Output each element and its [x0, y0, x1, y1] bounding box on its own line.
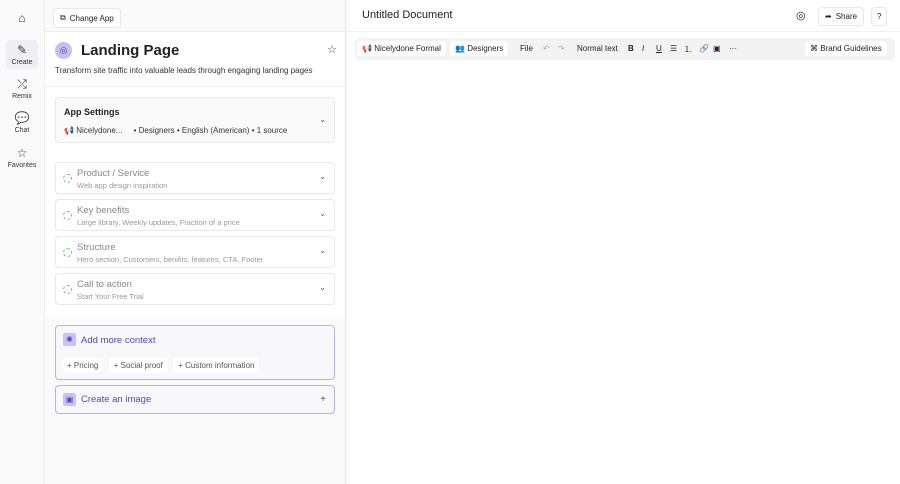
label: Brand Guidelines [820, 44, 882, 53]
chevron-down-icon: ⌄ [319, 172, 326, 181]
nav-label: Favorites [7, 162, 37, 169]
nav-label: Create [11, 59, 33, 66]
nav-remix[interactable]: ⤮ Remix [6, 74, 38, 103]
add-social-proof-chip[interactable]: + Social proof [108, 358, 168, 373]
add-context-card: ✺ Add more context + Pricing + Social pr… [55, 325, 335, 380]
chip-label: Pricing [73, 361, 99, 370]
image-icon: ▣ [63, 393, 76, 406]
label: Nicelydone Formal [374, 44, 441, 53]
star-icon: ☆ [16, 146, 28, 160]
add-pricing-chip[interactable]: + Pricing [62, 358, 104, 373]
document-editor: Untitled Document ◎ ➦ Share ? 📢 Nicelydon… [347, 0, 900, 484]
megaphone-icon: 📢 [64, 126, 74, 135]
label: Designers [467, 44, 504, 53]
check-circle-icon[interactable]: ◎ [796, 9, 806, 22]
home-icon: ⌂ [18, 11, 26, 25]
label: Change App [69, 13, 114, 23]
redo-icon[interactable]: ↷ [553, 41, 570, 56]
field-value: Start Your Free Trial [77, 292, 144, 301]
shuffle-icon: ⤮ [17, 77, 27, 91]
audience-selector[interactable]: 👥 Designers [450, 41, 509, 56]
help-button[interactable]: ? [871, 7, 888, 26]
nav-home[interactable]: ⌂ [6, 8, 38, 30]
field-benefits[interactable]: Key benefits Large library, Weekly update… [55, 199, 335, 231]
change-app-button[interactable]: ⧉ Change App [53, 8, 121, 28]
share-button[interactable]: ➦ Share [818, 7, 865, 26]
nav-chat[interactable]: 💬 Chat [6, 108, 38, 137]
nav-favorites[interactable]: ☆ Favorites [6, 143, 38, 172]
create-image-button[interactable]: ▣ Create an image + [55, 385, 335, 414]
chevron-down-icon: ⌄ [319, 246, 326, 255]
field-cta[interactable]: Call to action Start Your Free Trial ⌄ [55, 273, 335, 305]
image-icon[interactable]: ▣ [708, 41, 726, 56]
field-label: Key benefits [77, 205, 130, 216]
chip-label: Custom information [185, 361, 255, 370]
nav-label: Remix [12, 93, 32, 100]
app-panel: ⧉ Change App ◎ Landing Page ☆ Transform s… [45, 0, 346, 484]
voice: Nicelydone... [76, 126, 123, 135]
chevron-down-icon: ⌄ [319, 209, 326, 218]
pen-icon: ✎ [16, 43, 28, 57]
nav-label: Chat [14, 127, 30, 134]
chip-label: Social proof [120, 361, 163, 370]
text-style-select[interactable]: Normal text [572, 41, 623, 56]
more-icon[interactable]: ··· [724, 41, 742, 56]
status-ring-icon [63, 248, 72, 257]
settings-meta: 📢 Nicelydone... • Designers • English (A… [64, 126, 287, 135]
status-ring-icon [63, 285, 72, 294]
status-ring-icon [63, 211, 72, 220]
add-custom-info-chip[interactable]: + Custom information [173, 358, 260, 373]
create-image-title: Create an image [81, 394, 152, 405]
side-nav: ⌂ ✎ Create ⤮ Remix 💬 Chat ☆ Favorites [0, 0, 45, 484]
field-value: Large library, Weekly updates, Fraction … [77, 218, 240, 227]
app-description: Transform site traffic into valuable lea… [55, 66, 313, 75]
status-ring-icon [63, 174, 72, 183]
nav-create[interactable]: ✎ Create [6, 40, 38, 69]
field-label: Product / Service [77, 168, 150, 179]
settings-title: App Settings [64, 107, 120, 117]
file-menu[interactable]: File [515, 41, 538, 56]
lightbulb-icon: ✺ [63, 333, 76, 346]
field-product[interactable]: Product / Service Web app design inspirat… [55, 162, 335, 194]
field-structure[interactable]: Structure Hero section, Customers, benifi… [55, 236, 335, 268]
app-settings[interactable]: App Settings 📢 Nicelydone... • Designers… [55, 97, 335, 143]
field-label: Structure [77, 242, 116, 253]
app-header: ◎ Landing Page ☆ [45, 32, 345, 87]
plus-icon: + [320, 394, 326, 405]
editor-toolbar: 📢 Nicelydone Formal 👥 Designers File ↶ ↷… [355, 38, 895, 60]
favorite-star-icon[interactable]: ☆ [327, 43, 337, 56]
users-icon: 👥 [455, 44, 465, 53]
brand-guidelines-button[interactable]: ⌘ Brand Guidelines [805, 41, 887, 56]
meta: • Designers • English (American) • 1 sou… [133, 126, 288, 135]
field-value: Web app design inspiration [77, 181, 168, 190]
chat-icon: 💬 [14, 111, 30, 125]
page-title: Landing Page [81, 42, 180, 59]
brand-icon: ⌘ [810, 44, 818, 53]
chevron-down-icon: ⌄ [319, 115, 326, 124]
swap-icon: ⧉ [60, 13, 66, 22]
share-icon: ➦ [825, 12, 832, 21]
field-label: Call to action [77, 279, 132, 290]
add-context-title: Add more context [81, 335, 156, 346]
document-title[interactable]: Untitled Document [362, 9, 453, 21]
voice-selector[interactable]: 📢 Nicelydone Formal [357, 41, 446, 56]
app-logo-icon: ◎ [55, 42, 72, 59]
label: Share [835, 12, 858, 21]
field-value: Hero section, Customers, benifits, featu… [77, 255, 264, 264]
help-icon: ? [877, 12, 882, 21]
italic-icon[interactable]: I [637, 41, 649, 56]
chevron-down-icon: ⌄ [319, 283, 326, 292]
